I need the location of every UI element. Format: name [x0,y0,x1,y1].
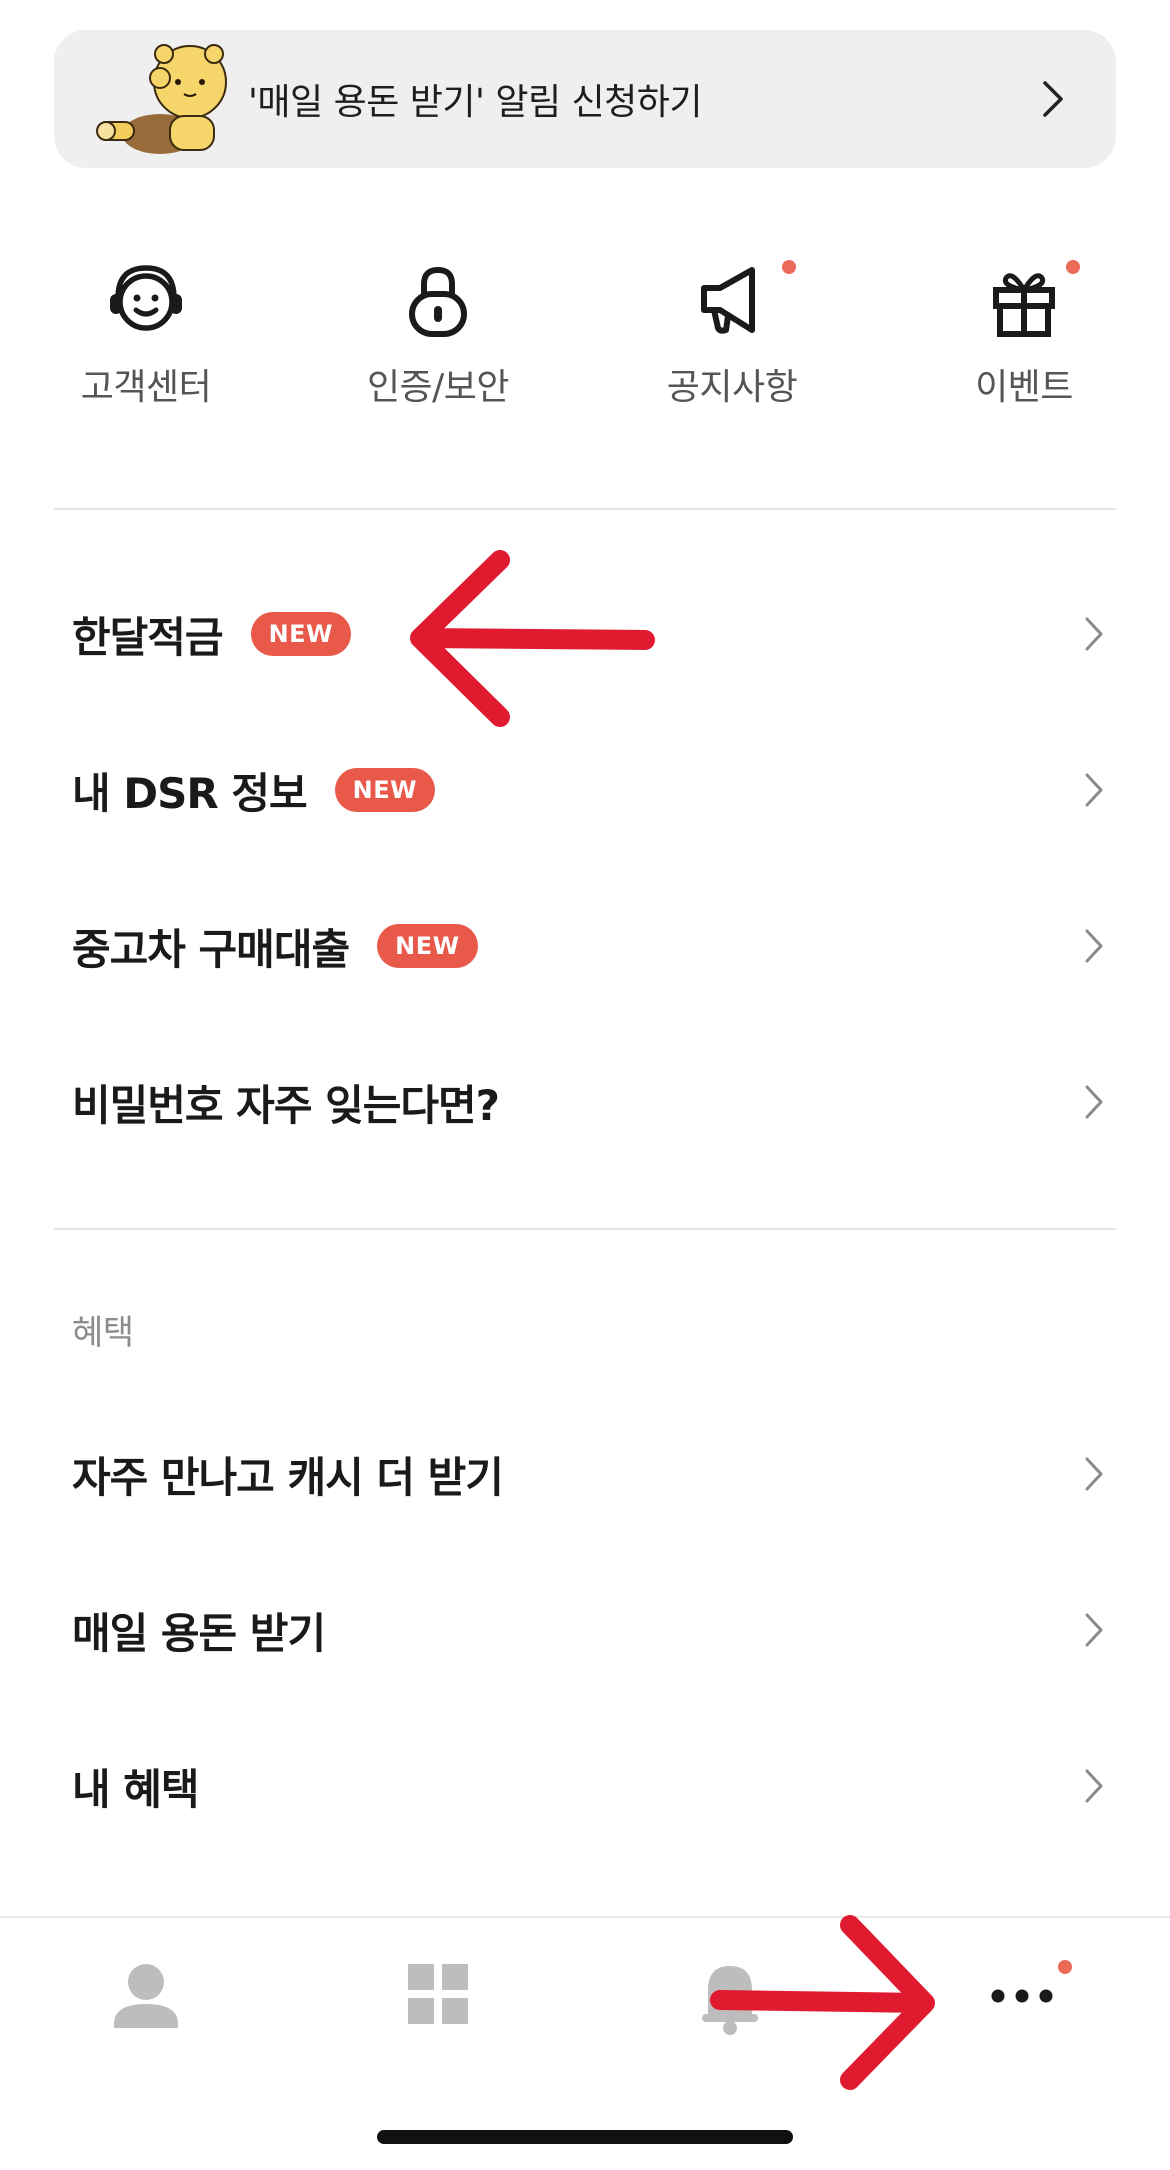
menu-item-used-car-loan[interactable]: 중고차 구매대출 NEW [54,896,1116,996]
chevron-right-icon [1043,81,1063,117]
grid-icon [408,1964,468,2024]
tab-menu-grid[interactable] [378,1960,498,2060]
quick-item-event[interactable]: 이벤트 [914,250,1134,420]
quick-item-label: 이벤트 [975,367,1073,408]
notification-dot [1066,260,1080,274]
new-badge: NEW [250,612,352,656]
chevron-right-icon [1085,1613,1103,1647]
divider [54,1228,1116,1230]
mascot-icon [96,44,227,154]
chevron-right-icon [1085,1457,1103,1491]
quick-item-notice[interactable]: 공지사항 [622,250,842,420]
chevron-right-icon [1085,929,1103,963]
menu-item-label: 중고차 구매대출 [72,924,350,974]
home-indicator [377,2130,793,2144]
annotation-arrow-right-icon [710,1915,935,2090]
quick-item-auth-security[interactable]: 인증/보안 [328,250,548,420]
headset-smile-icon [110,265,182,331]
notification-signup-banner[interactable]: '매일 용돈 받기' 알림 신청하기 [54,30,1116,168]
annotation-arrow-left-icon [410,550,655,727]
menu-item-label: 자주 만나고 캐시 더 받기 [72,1452,504,1502]
lock-icon [409,266,467,337]
quick-item-label: 고객센터 [80,367,212,408]
tab-profile[interactable] [86,1960,206,2060]
menu-item-meet-often-cash[interactable]: 자주 만나고 캐시 더 받기 [54,1424,1116,1524]
more-icon [991,1989,1053,2003]
quick-item-label: 인증/보안 [366,367,510,408]
tabbar-divider [0,1916,1170,1918]
chevron-right-icon [1085,1769,1103,1803]
new-badge: NEW [334,768,436,812]
person-icon [114,1964,178,2028]
notification-dot [782,260,796,274]
chevron-right-icon [1085,1085,1103,1119]
more-menu-screen: '매일 용돈 받기' 알림 신청하기 고객센터 인증/보안 공지사항 이벤트 한… [0,0,1170,2170]
menu-item-password-help[interactable]: 비밀번호 자주 잊는다면? [54,1052,1116,1152]
divider [54,508,1116,510]
menu-item-label: 내 혜택 [72,1764,200,1814]
menu-item-label: 비밀번호 자주 잊는다면? [72,1080,500,1130]
new-badge: NEW [377,924,478,968]
banner-text: '매일 용돈 받기' 알림 신청하기 [248,82,703,123]
quick-item-label: 공지사항 [666,367,798,408]
tab-more[interactable] [962,1960,1082,2060]
chevron-right-icon [1085,617,1103,651]
megaphone-icon [701,267,755,334]
menu-item-label: 한달적금 [72,612,224,662]
menu-item-daily-allowance[interactable]: 매일 용돈 받기 [54,1580,1116,1680]
gift-icon [993,273,1055,337]
notification-dot [1058,1960,1072,1974]
bottom-tab-bar [0,1916,1170,2170]
menu-item-label: 매일 용돈 받기 [72,1608,326,1658]
menu-item-label: 내 DSR 정보 [72,768,308,818]
quick-menu: 고객센터 인증/보안 공지사항 이벤트 [0,250,1170,420]
section-label-benefits: 혜택 [72,1313,134,1353]
quick-item-customer-center[interactable]: 고객센터 [36,250,256,420]
menu-item-dsr-info[interactable]: 내 DSR 정보 NEW [54,740,1116,840]
chevron-right-icon [1085,773,1103,807]
menu-item-my-benefits[interactable]: 내 혜택 [54,1736,1116,1836]
